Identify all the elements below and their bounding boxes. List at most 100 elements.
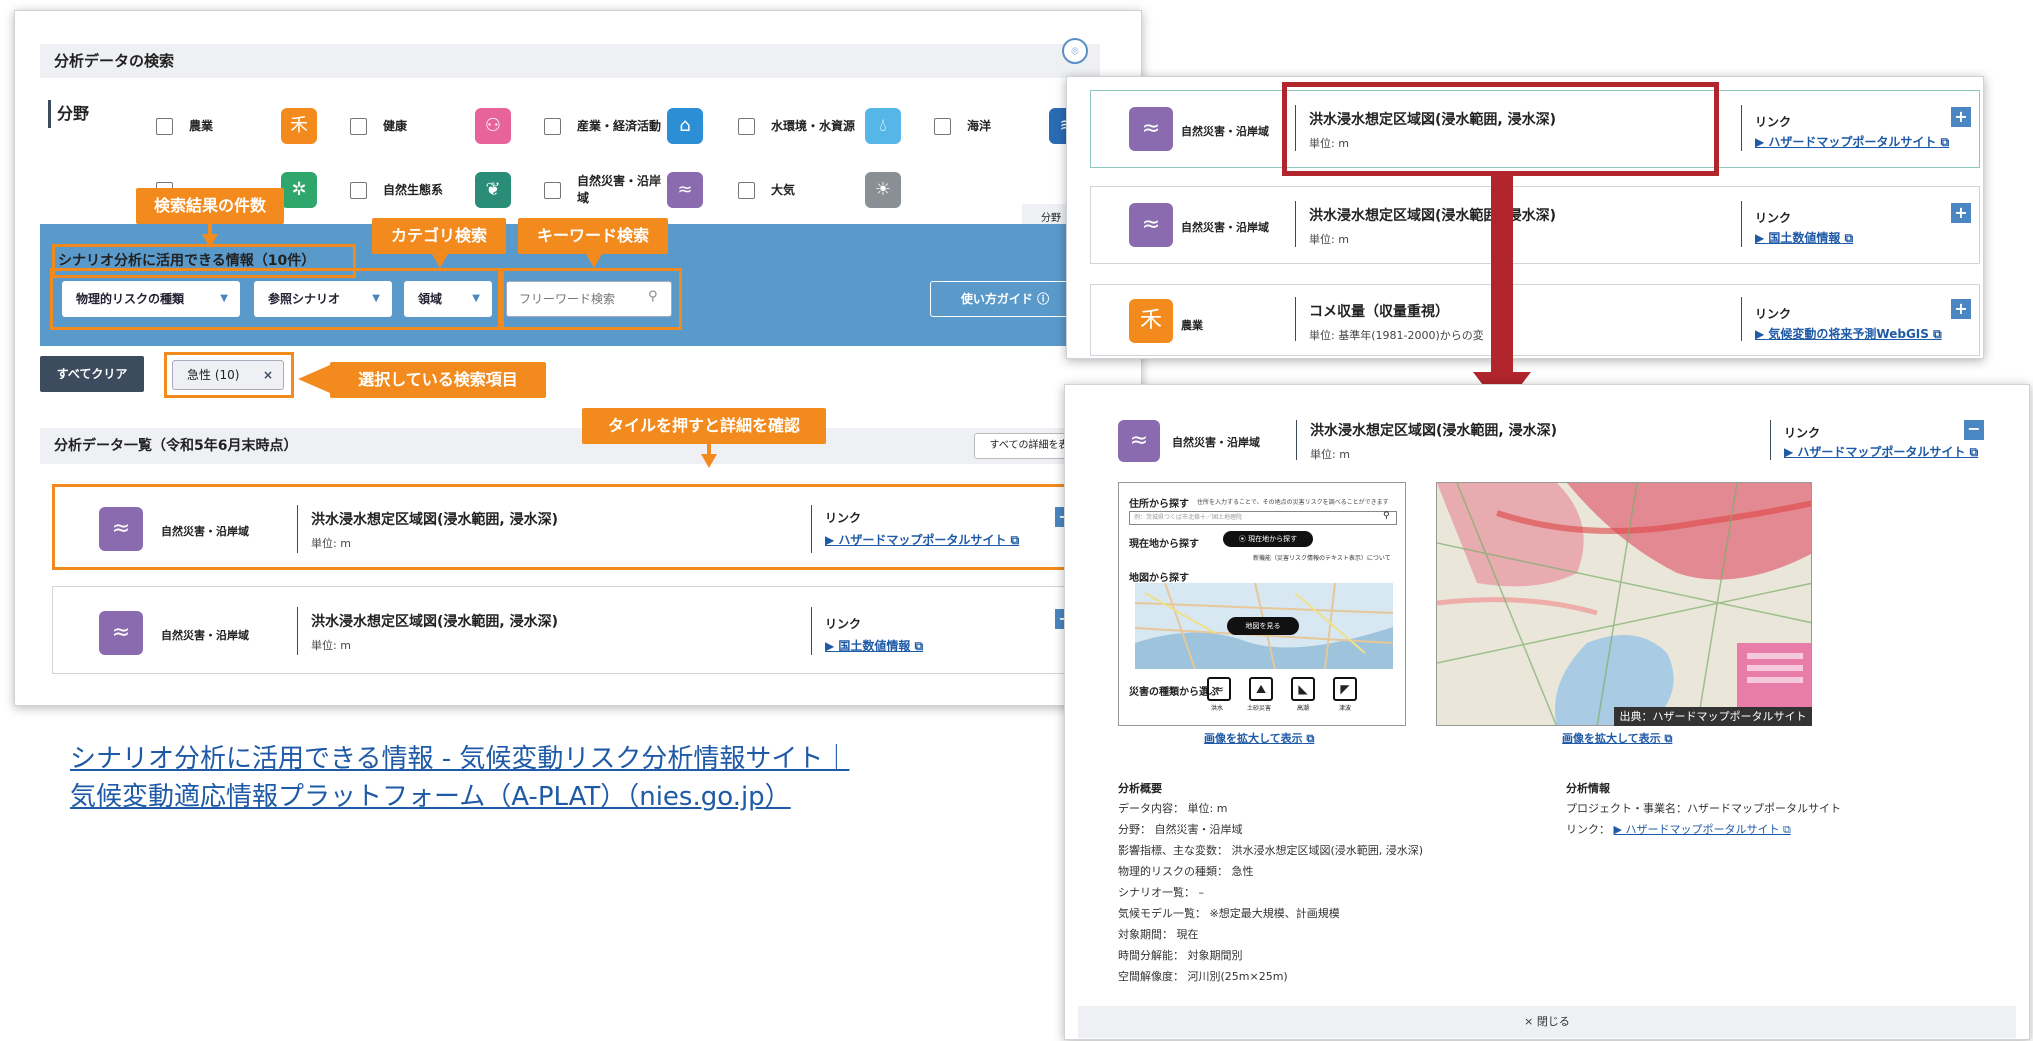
category-ocean[interactable]: 海洋 ≋ — [934, 104, 1085, 148]
highlight-box — [1282, 82, 1719, 176]
tile-category: 自然災害・沿岸域 — [161, 525, 249, 538]
tile-title: コメ収量（収量重視） — [1309, 304, 1449, 320]
data-tile[interactable]: ⽲ 農業 コメ収量（収量重視） 単位: 基準年(1981-2000)からの変 リ… — [1090, 284, 1980, 356]
category-label: 農業 — [189, 118, 214, 133]
leaf-icon: ❦ — [475, 172, 511, 208]
source-link[interactable]: シナリオ分析に活用できる情報 - 気候変動リスク分析情報サイト｜ 気候変動適応情… — [70, 740, 970, 816]
screenshot-scan-icon[interactable]: ⌾ — [1062, 38, 1088, 64]
divider — [1295, 201, 1296, 247]
category-atmosphere[interactable]: 大気 ☀ — [738, 168, 901, 212]
tile-link[interactable]: ▶ 国土数値情報 ⧉ — [825, 637, 923, 654]
checkbox[interactable] — [544, 117, 561, 135]
enlarge-image-link[interactable]: 画像を拡大して表示 ⧉ — [1204, 730, 1314, 746]
collapse-minus-icon[interactable]: − — [1964, 420, 1984, 440]
tile-link[interactable]: ▶ 気候変動の将来予測WebGIS ⧉ — [1755, 325, 1942, 342]
divider — [297, 505, 298, 553]
overview-line: シナリオ一覧： – — [1118, 886, 1204, 899]
checkbox[interactable] — [350, 181, 367, 199]
data-tile[interactable]: ≈ 自然災害・沿岸域 洪水浸水想定区域図(浸水範囲, 浸水深) 単位: m リン… — [52, 484, 1128, 570]
current-location-button[interactable]: ⦿ 現在地から探す — [1223, 531, 1313, 547]
expand-plus-icon[interactable]: + — [1951, 107, 1971, 127]
address-search-label: 住所から探す — [1129, 499, 1189, 510]
current-location-label: 現在地から探す — [1129, 539, 1199, 550]
overview-line: 気候モデル一覧： ※想定最大規模、計画規模 — [1118, 907, 1340, 920]
tile-category: 自然災害・沿岸域 — [1181, 125, 1269, 138]
checkbox[interactable] — [738, 117, 755, 135]
flood-icon: ≈ — [1129, 107, 1173, 151]
category-label: 産業・経済活動 — [577, 118, 662, 133]
filter-chip-acute[interactable]: 急性 (10) × — [172, 360, 284, 390]
divider — [1770, 420, 1771, 460]
flood-icon: ≈ — [1129, 203, 1173, 247]
view-map-button[interactable]: 地図を見る — [1227, 617, 1299, 635]
address-input[interactable]: 例：茨城県つくば市北條十／国土地理院 — [1129, 511, 1397, 525]
landslide-type-icon[interactable]: ⛰ — [1249, 677, 1273, 701]
tile-link[interactable]: ▶ ハザードマップポータルサイト ⧉ — [1755, 133, 1949, 150]
analysis-link[interactable]: ▶ ハザードマップポータルサイト ⧉ — [1614, 823, 1791, 836]
data-list-header: 分析データ一覧（令和5年6月末時点） — [40, 428, 1100, 464]
expand-plus-icon[interactable]: + — [1951, 203, 1971, 223]
callout-selected-items: 選択している検索項目 — [330, 362, 546, 398]
clear-all-button[interactable]: すべてクリア — [40, 356, 144, 392]
hazard-portal-screenshot[interactable]: 住所から探す 住所を入力することで、その地点の災害リスクを調べることができます … — [1118, 482, 1406, 726]
tile-unit: 単位: m — [1309, 233, 1349, 246]
checkbox[interactable] — [738, 181, 755, 199]
detail-title: 洪水浸水想定区域図(浸水範囲, 浸水深) — [1310, 423, 1557, 439]
overview-line: 時間分解能： 対象期間別 — [1118, 949, 1243, 962]
category-water[interactable]: 水環境・水資源 💧︎ — [738, 104, 901, 148]
flood-risk-map[interactable] — [1436, 482, 1812, 726]
divider — [1741, 201, 1742, 247]
tile-link[interactable]: ▶ ハザードマップポータルサイト ⧉ — [825, 531, 1019, 548]
category-label: 水環境・水資源 — [771, 118, 856, 133]
close-button[interactable]: × 閉じる — [1078, 1006, 2016, 1038]
divider — [1295, 297, 1296, 341]
callout-category-search: カテゴリ検索 — [372, 218, 506, 254]
checkbox[interactable] — [934, 117, 951, 135]
tile-category: 自然災害・沿岸域 — [161, 629, 249, 642]
map-search-label: 地図から探す — [1129, 573, 1189, 584]
tile-category: 自然災害・沿岸域 — [1181, 221, 1269, 234]
overview-line: 対象期間： 現在 — [1118, 928, 1199, 941]
tsunami-type-icon[interactable]: ◤ — [1333, 677, 1357, 701]
tile-link[interactable]: ▶ 国土数値情報 ⧉ — [1755, 229, 1853, 246]
category-health[interactable]: 健康 ⚇ — [350, 104, 511, 148]
factory-icon: ⌂ — [667, 108, 703, 144]
callout-keyword-search: キーワード検索 — [518, 218, 668, 254]
storm-surge-type-icon[interactable]: ◣ — [1291, 677, 1315, 701]
overview-line: 空間解像度： 河川別(25m×25m) — [1118, 970, 1288, 983]
wheat-icon: ⽲ — [1129, 299, 1173, 343]
water-drop-icon: 💧︎ — [865, 108, 901, 144]
category-label: 海洋 — [967, 118, 992, 133]
tile-link-label: リンク — [1755, 307, 1792, 321]
callout-arrow — [432, 254, 448, 268]
data-tile[interactable]: ≈ 自然災害・沿岸域 洪水浸水想定区域図(浸水範囲, 浸水深) 単位: m リン… — [1090, 186, 1980, 264]
overview-line: 分野： 自然災害・沿岸域 — [1118, 823, 1243, 836]
data-tile[interactable]: ≈ 自然災害・沿岸域 洪水浸水想定区域図(浸水範囲, 浸水深) 単位: m リン… — [52, 586, 1128, 674]
expand-plus-icon[interactable]: + — [1951, 299, 1971, 319]
arrow-stem — [1491, 176, 1513, 378]
category-ecosystem[interactable]: 自然生態系 ❦ — [350, 168, 511, 212]
flood-icon: ≈ — [1118, 420, 1160, 462]
callout-arrow — [701, 454, 717, 468]
checkbox[interactable] — [156, 117, 173, 135]
map-credit: 出典：ハザードマップポータルサイト — [1614, 707, 1812, 726]
divider — [811, 607, 812, 655]
usage-guide-button[interactable]: 使い方ガイド ⓘ — [930, 281, 1080, 317]
checkbox[interactable] — [350, 117, 367, 135]
search-section-title: 分析データの検索 — [40, 44, 1100, 78]
callout-arrow — [202, 234, 218, 248]
category-label: 健康 — [383, 118, 408, 133]
flood-icon: ≈ — [667, 172, 703, 208]
new-feature-note: 新機能（災害リスク情報のテキスト表示）について — [1253, 555, 1391, 562]
category-disaster[interactable]: 自然災害・沿岸域 ≈ — [544, 168, 703, 212]
category-industry[interactable]: 産業・経済活動 ⌂ — [544, 104, 703, 148]
detail-link[interactable]: ▶ ハザードマップポータルサイト ⧉ — [1784, 443, 1978, 460]
wheat-icon: ⽲ — [281, 108, 317, 144]
checkbox[interactable] — [544, 181, 561, 199]
close-icon[interactable]: × — [263, 361, 273, 389]
highlight-box — [498, 268, 682, 330]
highlight-box — [50, 268, 504, 330]
enlarge-image-link[interactable]: 画像を拡大して表示 ⧉ — [1562, 730, 1672, 746]
flood-type-icon[interactable]: ≈ — [1207, 677, 1231, 701]
category-agriculture[interactable]: 農業 ⽲ — [156, 104, 317, 148]
